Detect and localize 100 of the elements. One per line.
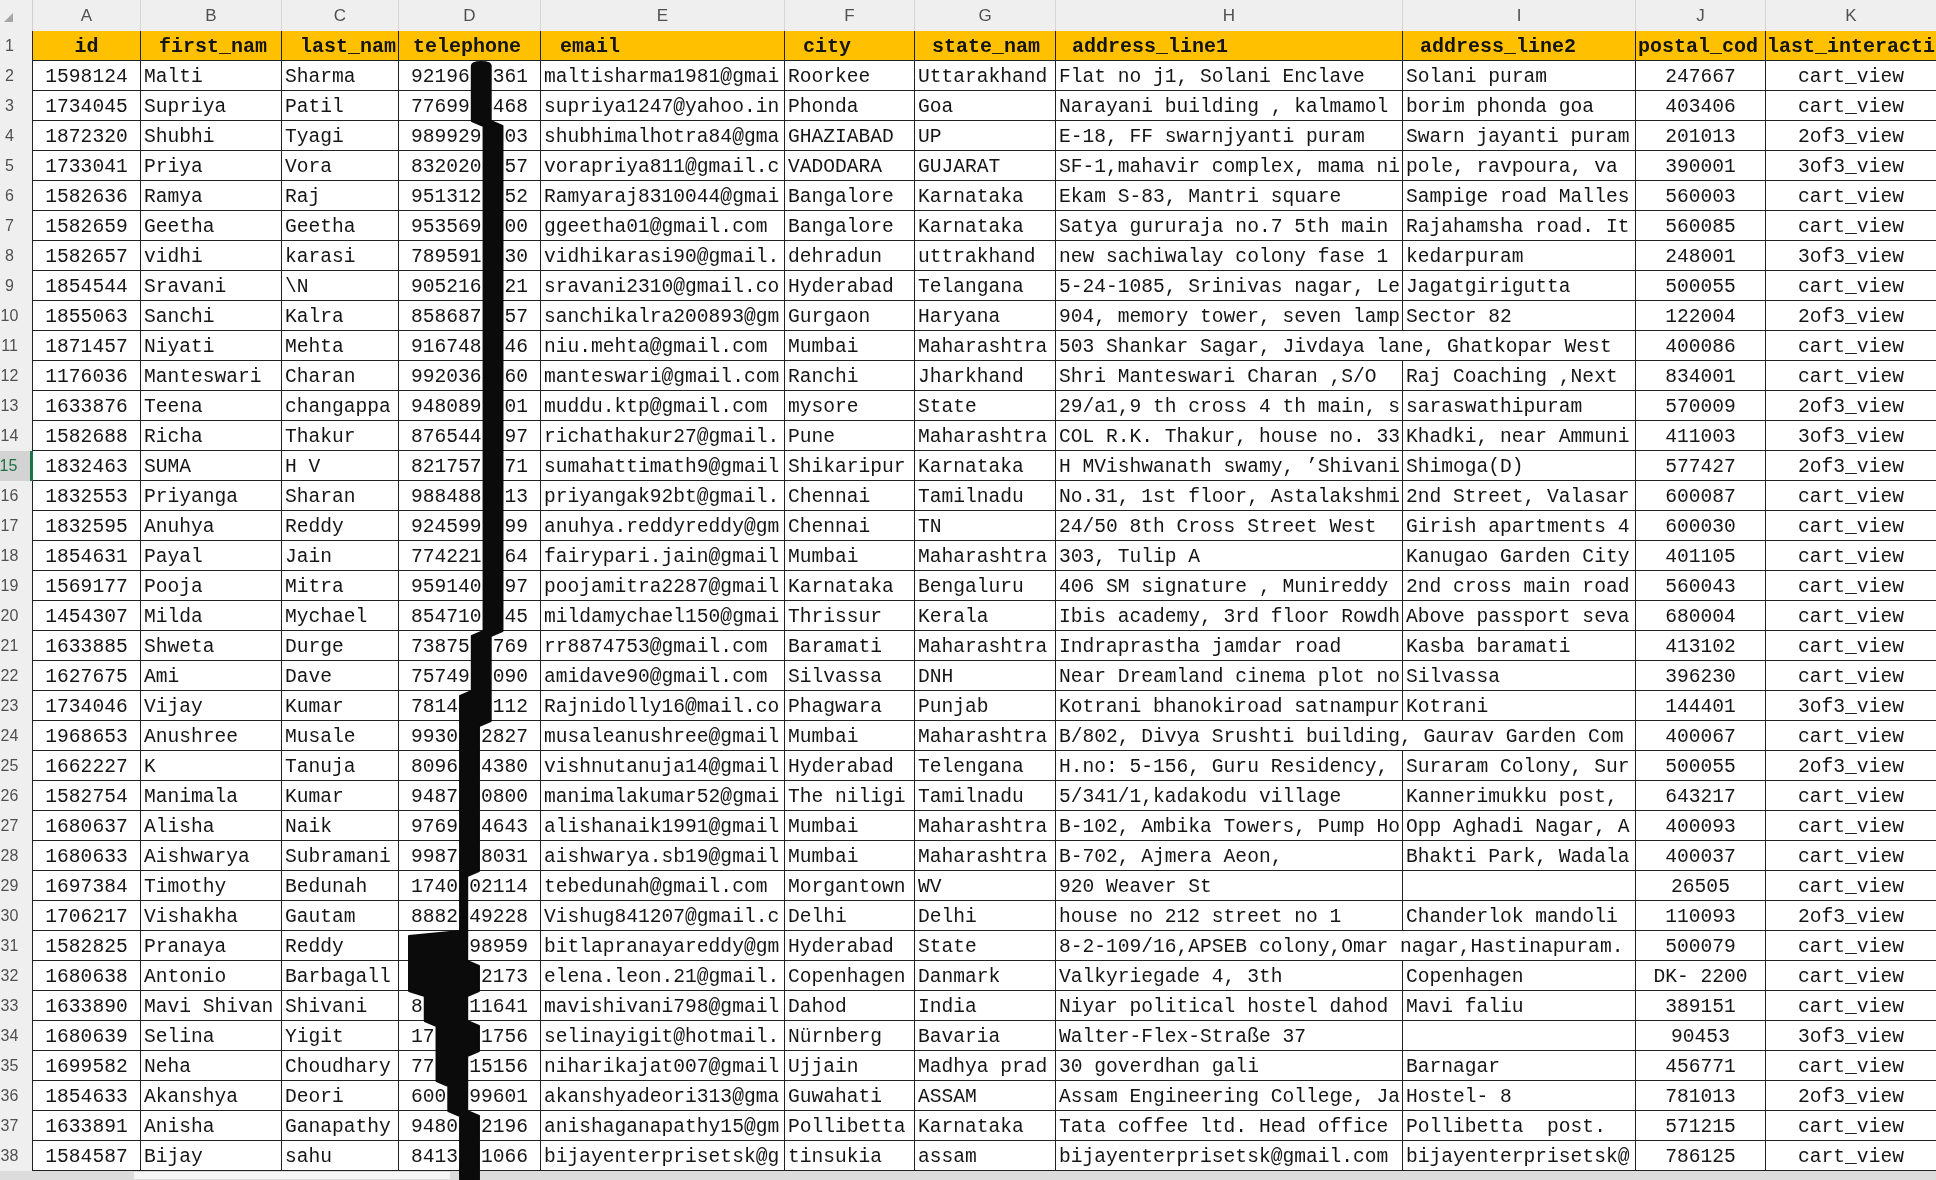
- table-cell: Maharashtra: [915, 721, 1056, 751]
- cell-text: 854710: [411, 606, 482, 628]
- table-cell: Pune: [785, 421, 915, 451]
- row-header[interactable]: 31: [0, 931, 33, 961]
- row-header[interactable]: 3: [0, 91, 33, 121]
- row-header[interactable]: 5: [0, 151, 33, 181]
- row-header[interactable]: 22: [0, 661, 33, 691]
- row-header[interactable]: 14: [0, 421, 33, 451]
- row-header[interactable]: 23: [0, 691, 33, 721]
- table-cell: 413102: [1636, 631, 1766, 661]
- column-header[interactable]: B: [141, 0, 282, 31]
- table-cell: B/802, Divya Srushti building, Gaurav Garden Com: [1056, 721, 1636, 751]
- row-header[interactable]: 1: [0, 31, 33, 61]
- cell-text: 9987: [411, 846, 459, 868]
- row-header[interactable]: 8: [0, 241, 33, 271]
- table-cell: Mychael: [282, 601, 399, 631]
- column-header[interactable]: I: [1403, 0, 1636, 31]
- row-header[interactable]: 32: [0, 961, 33, 991]
- table-cell: Khadki, near Ammuni: [1403, 421, 1636, 451]
- column-header[interactable]: A: [33, 0, 141, 31]
- row-header[interactable]: 6: [0, 181, 33, 211]
- horizontal-scrollbar[interactable]: [0, 1171, 1936, 1180]
- table-cell: Silvassa: [1403, 661, 1636, 691]
- table-cell: Geetha: [282, 211, 399, 241]
- table-cell: 1680637: [33, 811, 141, 841]
- table-cell: 500055: [1636, 751, 1766, 781]
- table-cell: Roorkee: [785, 61, 915, 91]
- row-header[interactable]: 10: [0, 301, 33, 331]
- row-header[interactable]: 11: [0, 331, 33, 361]
- table-cell: 2of3_view: [1766, 121, 1936, 151]
- table-cell: 1854633: [33, 1081, 141, 1111]
- row-header[interactable]: 38: [0, 1141, 33, 1171]
- table-cell: cart_view: [1766, 511, 1936, 541]
- table-cell: cart_view: [1766, 601, 1936, 631]
- table-cell: ggeetha01@gmail.com: [541, 211, 785, 241]
- table-cell: 1633890: [33, 991, 141, 1021]
- cell-text: 77: [411, 1056, 435, 1078]
- row-header[interactable]: 2: [0, 61, 33, 91]
- row-header[interactable]: 7: [0, 211, 33, 241]
- column-header[interactable]: D: [399, 0, 541, 31]
- cell-text: 97: [504, 576, 528, 598]
- table-cell: Vijay: [141, 691, 282, 721]
- column-header[interactable]: F: [785, 0, 915, 31]
- row-header[interactable]: 19: [0, 571, 33, 601]
- row-header[interactable]: 12: [0, 361, 33, 391]
- row-header[interactable]: 18: [0, 541, 33, 571]
- row-header[interactable]: 13: [0, 391, 33, 421]
- table-cell: Mavi faliu: [1403, 991, 1636, 1021]
- row-header[interactable]: 20: [0, 601, 33, 631]
- table-cell: Mumbai: [785, 841, 915, 871]
- row-header[interactable]: 28: [0, 841, 33, 871]
- cell-text: 858687: [411, 306, 482, 328]
- table-cell: Sampige road Malles: [1403, 181, 1636, 211]
- cell-text: 2196: [480, 1116, 528, 1138]
- table-cell: Anisha: [141, 1111, 282, 1141]
- table-cell: 90453: [1636, 1021, 1766, 1051]
- column-header[interactable]: G: [915, 0, 1056, 31]
- table-cell: Mumbai: [785, 721, 915, 751]
- table-cell: 401105: [1636, 541, 1766, 571]
- table-cell: Hyderabad: [785, 751, 915, 781]
- select-all-button[interactable]: [0, 0, 33, 31]
- row-header[interactable]: 33: [0, 991, 33, 1021]
- column-header[interactable]: H: [1056, 0, 1403, 31]
- row-header[interactable]: 9: [0, 271, 33, 301]
- table-cell: Delhi: [915, 901, 1056, 931]
- table-cell: uttrakhand: [915, 241, 1056, 271]
- cell-text: 60: [504, 366, 528, 388]
- cell-text: 361: [492, 66, 528, 88]
- row-header[interactable]: 16: [0, 481, 33, 511]
- row-header[interactable]: 26: [0, 781, 33, 811]
- table-cell: DK- 2200: [1636, 961, 1766, 991]
- table-cell: changappa: [282, 391, 399, 421]
- row-header[interactable]: 21: [0, 631, 33, 661]
- table-cell: Tamilnadu: [915, 781, 1056, 811]
- cell-text: 821757: [411, 456, 482, 478]
- row-header[interactable]: 36: [0, 1081, 33, 1111]
- row-header[interactable]: 35: [0, 1051, 33, 1081]
- row-header[interactable]: 4: [0, 121, 33, 151]
- header-cell: state_nam: [915, 31, 1056, 61]
- table-cell: Walter-Flex-Straße 37: [1056, 1021, 1403, 1051]
- table-cell: Hyderabad: [785, 931, 915, 961]
- table-cell: Priya: [141, 151, 282, 181]
- column-header[interactable]: C: [282, 0, 399, 31]
- scrollbar-thumb[interactable]: [134, 1172, 450, 1179]
- table-cell: cart_view: [1766, 1111, 1936, 1141]
- column-header[interactable]: E: [541, 0, 785, 31]
- table-cell: Jagatgirigutta: [1403, 271, 1636, 301]
- table-cell: Sravani: [141, 271, 282, 301]
- row-header[interactable]: 25: [0, 751, 33, 781]
- row-header[interactable]: 15: [0, 451, 33, 481]
- row-header[interactable]: 34: [0, 1021, 33, 1051]
- column-header[interactable]: J: [1636, 0, 1766, 31]
- row-header[interactable]: 30: [0, 901, 33, 931]
- row-header[interactable]: 27: [0, 811, 33, 841]
- column-header[interactable]: K: [1766, 0, 1936, 31]
- row-header[interactable]: 37: [0, 1111, 33, 1141]
- row-header[interactable]: 24: [0, 721, 33, 751]
- table-cell: Telengana: [915, 751, 1056, 781]
- row-header[interactable]: 17: [0, 511, 33, 541]
- row-header[interactable]: 29: [0, 871, 33, 901]
